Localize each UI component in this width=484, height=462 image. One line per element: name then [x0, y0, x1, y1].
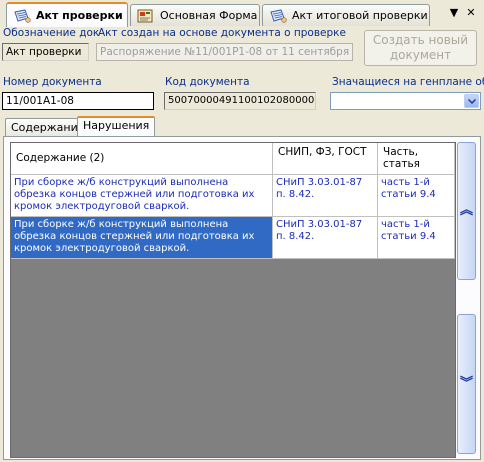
- column-header-content[interactable]: Содержание (2): [11, 143, 273, 175]
- table-row-content[interactable]: При сборке ж/б конструкций выполнена обр…: [11, 175, 273, 217]
- basis-document-field[interactable]: Распоряжение №11/001Р1-08 от 11 сентября…: [96, 43, 353, 61]
- tab-act-inspection[interactable]: Акт проверки: [6, 2, 128, 27]
- tab-label: Акт проверки: [36, 9, 123, 22]
- designation-label: Обозначение док: [3, 27, 100, 39]
- table-row-part[interactable]: часть 1-й статьи 9.4: [378, 175, 455, 217]
- doc-code-field[interactable]: 500700004911001020800001: [164, 92, 316, 110]
- create-button-line1: Создать новый: [372, 33, 469, 47]
- column-header-snip[interactable]: СНИП, ФЗ, ГОСТ: [273, 143, 378, 175]
- form-icon: [137, 9, 155, 23]
- close-icon[interactable]: ✕: [464, 6, 478, 20]
- tab-label: Акт итоговой проверки: [292, 9, 428, 22]
- tab-menu-dropdown-icon[interactable]: ▼: [447, 6, 461, 20]
- scroll-down-button[interactable]: ︾: [457, 314, 476, 454]
- create-new-document-button[interactable]: Создать новый документ: [364, 30, 477, 66]
- document-hand-icon: [269, 8, 287, 23]
- table-row-part[interactable]: часть 1-й статьи 9.4: [378, 217, 455, 259]
- double-chevron-down-icon: ︾: [459, 376, 473, 391]
- double-chevron-up-icon: ︽: [459, 203, 473, 218]
- subtab-violations[interactable]: Нарушения: [77, 116, 156, 136]
- tab-main-form[interactable]: Основная Форма: [130, 4, 260, 26]
- doc-code-label: Код документа: [165, 76, 250, 88]
- create-button-line2: документ: [389, 48, 452, 62]
- scroll-up-button[interactable]: ︽: [457, 142, 476, 280]
- chevron-down-icon[interactable]: [464, 94, 479, 108]
- doc-number-label: Номер документа: [3, 76, 102, 88]
- tab-label: Основная Форма: [160, 9, 258, 22]
- basis-label: Акт создан на основе документа о проверк…: [98, 27, 346, 39]
- tab-final-act[interactable]: Акт итоговой проверки: [262, 4, 430, 26]
- genplan-select[interactable]: [330, 92, 481, 110]
- table-row-snip[interactable]: СНиП 3.03.01-87 п. 8.42.: [273, 217, 378, 259]
- doc-number-field[interactable]: 11/001А1-08: [2, 92, 154, 110]
- table-row-snip[interactable]: СНиП 3.03.01-87 п. 8.42.: [273, 175, 378, 217]
- table-row-content-selected[interactable]: При сборке ж/б конструкций выполнена обр…: [11, 217, 273, 259]
- column-header-part[interactable]: Часть, статья: [378, 143, 455, 175]
- genplan-label: Значащиеся на генплане объ: [332, 76, 484, 88]
- document-hand-icon: [13, 8, 31, 23]
- designation-field[interactable]: Акт проверки: [2, 43, 89, 61]
